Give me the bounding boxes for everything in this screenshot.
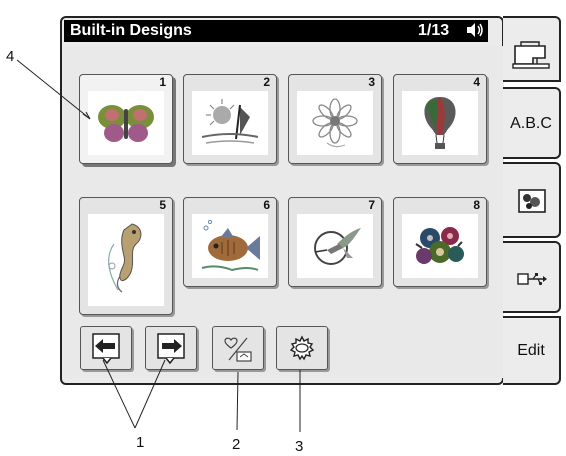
callout-1: 1 [136, 434, 145, 451]
callout-2: 2 [232, 436, 241, 453]
callout-lines [16, 59, 301, 432]
callout-3: 3 [295, 438, 304, 455]
callout-4: 4 [6, 48, 15, 65]
